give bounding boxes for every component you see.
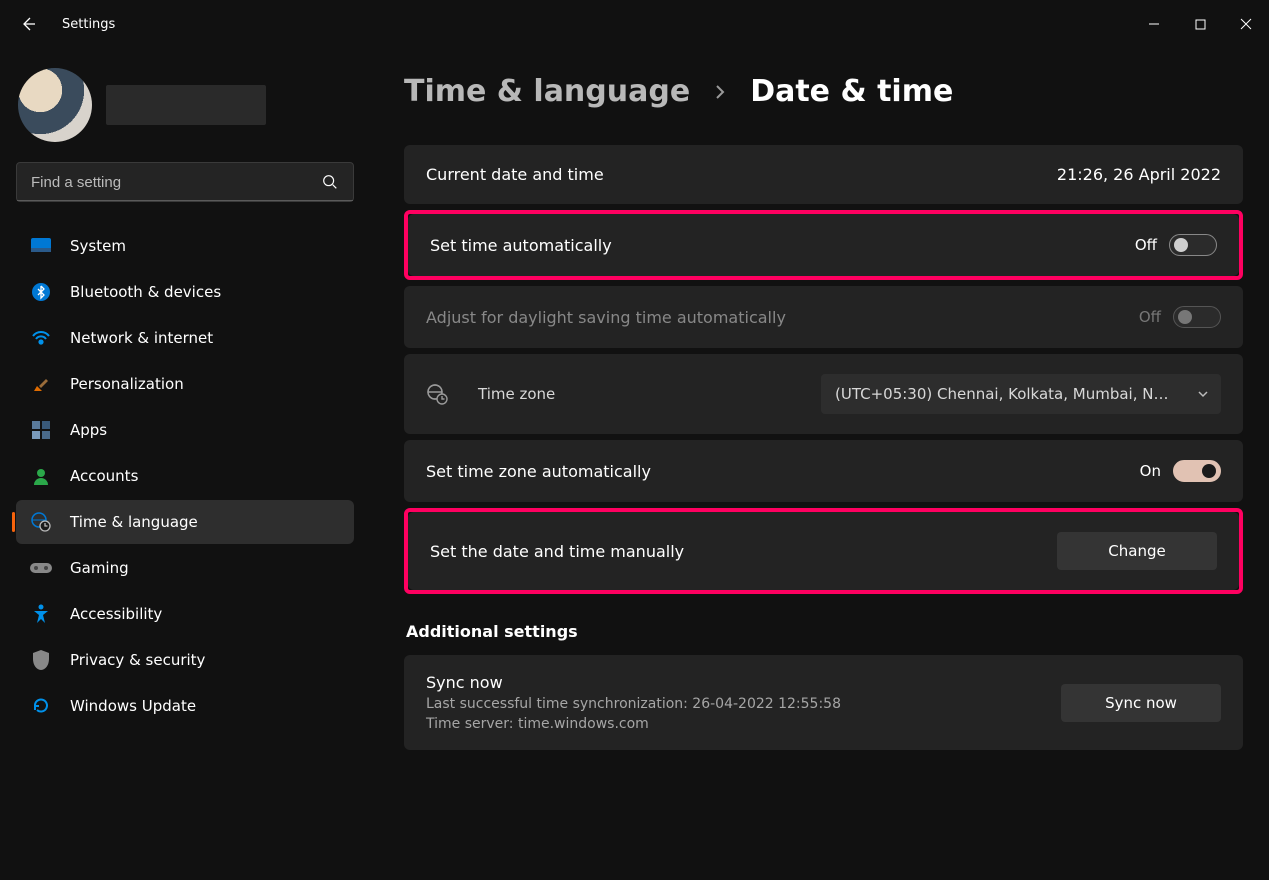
gamepad-icon	[30, 557, 52, 579]
back-button[interactable]	[18, 14, 38, 34]
row-set-time-auto[interactable]: Set time automatically Off	[408, 214, 1239, 276]
profile-block[interactable]	[18, 68, 354, 142]
sidebar-item-system[interactable]: System	[16, 224, 354, 268]
label-dst: Adjust for daylight saving time automati…	[426, 308, 786, 327]
row-time-zone: Time zone (UTC+05:30) Chennai, Kolkata, …	[404, 354, 1243, 434]
label-current-datetime: Current date and time	[426, 165, 604, 184]
additional-settings-heading: Additional settings	[406, 622, 1243, 641]
sidebar-item-label: Accounts	[70, 467, 138, 485]
sidebar-item-personalization[interactable]: Personalization	[16, 362, 354, 406]
toggle-state-set-time-auto: Off	[1135, 236, 1157, 254]
nav: System Bluetooth & devices Network & int…	[16, 224, 354, 728]
chevron-right-icon	[712, 84, 728, 100]
titlebar: Settings	[0, 0, 1269, 48]
profile-name-redacted	[106, 85, 266, 125]
search-input[interactable]	[31, 174, 321, 191]
sync-title: Sync now	[426, 673, 841, 692]
maximize-icon	[1195, 19, 1206, 30]
maximize-button[interactable]	[1177, 8, 1223, 40]
change-button-label: Change	[1108, 542, 1165, 560]
back-arrow-icon	[20, 16, 36, 32]
select-time-zone[interactable]: (UTC+05:30) Chennai, Kolkata, Mumbai, Ne…	[821, 374, 1221, 414]
sidebar-item-windows-update[interactable]: Windows Update	[16, 684, 354, 728]
sidebar-item-network[interactable]: Network & internet	[16, 316, 354, 360]
chevron-down-icon	[1197, 388, 1209, 400]
sidebar-item-time-language[interactable]: Time & language	[16, 500, 354, 544]
breadcrumb-current: Date & time	[750, 74, 953, 109]
minimize-button[interactable]	[1131, 8, 1177, 40]
row-dst: Adjust for daylight saving time automati…	[404, 286, 1243, 348]
update-icon	[30, 695, 52, 717]
sidebar-item-label: Network & internet	[70, 329, 213, 347]
minimize-icon	[1148, 18, 1160, 30]
sidebar-item-label: Windows Update	[70, 697, 196, 715]
label-time-zone: Time zone	[478, 385, 555, 403]
value-current-datetime: 21:26, 26 April 2022	[1057, 165, 1221, 184]
sync-server: Time server: time.windows.com	[426, 716, 841, 732]
sidebar-item-accessibility[interactable]: Accessibility	[16, 592, 354, 636]
toggle-state-dst: Off	[1139, 308, 1161, 326]
monitor-icon	[30, 235, 52, 257]
sidebar-item-label: Time & language	[70, 513, 198, 531]
label-set-tz-auto: Set time zone automatically	[426, 462, 651, 481]
row-set-tz-auto[interactable]: Set time zone automatically On	[404, 440, 1243, 502]
globe-clock-icon	[426, 383, 448, 405]
sidebar: System Bluetooth & devices Network & int…	[0, 48, 370, 880]
breadcrumb: Time & language Date & time	[404, 74, 1243, 109]
toggle-set-time-auto[interactable]	[1169, 234, 1217, 256]
main-content: Time & language Date & time Current date…	[370, 48, 1269, 880]
search-box[interactable]	[16, 162, 354, 202]
toggle-set-tz-auto[interactable]	[1173, 460, 1221, 482]
accessibility-icon	[30, 603, 52, 625]
avatar	[18, 68, 92, 142]
close-button[interactable]	[1223, 8, 1269, 40]
toggle-state-set-tz-auto: On	[1140, 462, 1161, 480]
sidebar-item-privacy[interactable]: Privacy & security	[16, 638, 354, 682]
shield-icon	[30, 649, 52, 671]
bluetooth-icon	[30, 281, 52, 303]
sidebar-item-label: Apps	[70, 421, 107, 439]
label-set-manual: Set the date and time manually	[430, 542, 684, 561]
select-time-zone-value: (UTC+05:30) Chennai, Kolkata, Mumbai, Ne…	[835, 385, 1175, 403]
row-set-manual: Set the date and time manually Change	[408, 512, 1239, 590]
highlight-set-manual: Set the date and time manually Change	[404, 508, 1243, 594]
sidebar-item-label: Privacy & security	[70, 651, 205, 669]
breadcrumb-parent[interactable]: Time & language	[404, 74, 690, 109]
close-icon	[1240, 18, 1252, 30]
sidebar-item-accounts[interactable]: Accounts	[16, 454, 354, 498]
sidebar-item-label: Personalization	[70, 375, 184, 393]
search-icon	[321, 173, 339, 191]
sidebar-item-gaming[interactable]: Gaming	[16, 546, 354, 590]
sync-now-button-label: Sync now	[1105, 694, 1177, 712]
sidebar-item-apps[interactable]: Apps	[16, 408, 354, 452]
sync-last: Last successful time synchronization: 26…	[426, 696, 841, 712]
sync-now-button[interactable]: Sync now	[1061, 684, 1221, 722]
wifi-icon	[30, 327, 52, 349]
sidebar-item-bluetooth[interactable]: Bluetooth & devices	[16, 270, 354, 314]
highlight-set-time-auto: Set time automatically Off	[404, 210, 1243, 280]
row-current-datetime: Current date and time 21:26, 26 April 20…	[404, 145, 1243, 204]
sidebar-item-label: System	[70, 237, 126, 255]
toggle-dst	[1173, 306, 1221, 328]
sidebar-item-label: Accessibility	[70, 605, 162, 623]
paintbrush-icon	[30, 373, 52, 395]
apps-icon	[30, 419, 52, 441]
change-button[interactable]: Change	[1057, 532, 1217, 570]
label-set-time-auto: Set time automatically	[430, 236, 612, 255]
window-controls	[1131, 8, 1269, 40]
sidebar-item-label: Bluetooth & devices	[70, 283, 221, 301]
app-title: Settings	[62, 17, 115, 32]
globe-clock-icon	[30, 511, 52, 533]
sidebar-item-label: Gaming	[70, 559, 129, 577]
row-sync-now: Sync now Last successful time synchroniz…	[404, 655, 1243, 750]
person-icon	[30, 465, 52, 487]
